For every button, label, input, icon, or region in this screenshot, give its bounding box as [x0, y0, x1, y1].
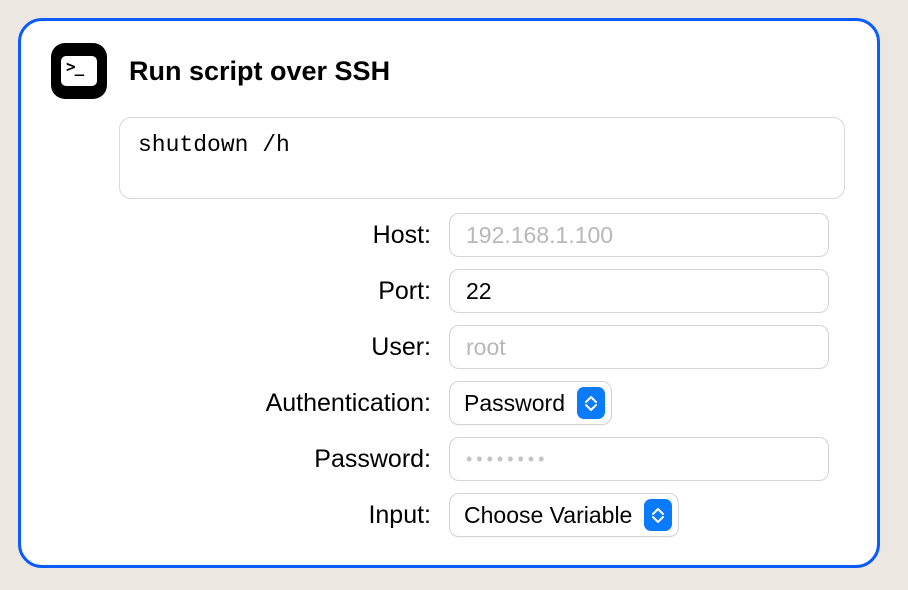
label-port: Port:: [119, 277, 449, 306]
label-host: Host:: [119, 221, 449, 250]
row-input: Input: Choose Variable: [119, 493, 847, 537]
select-stepper-icon: [644, 499, 672, 531]
select-stepper-icon: [577, 387, 605, 419]
ssh-action-card: Run script over SSH shutdown /h Host: Po…: [18, 18, 880, 568]
row-password: Password: ••••••••: [119, 437, 847, 481]
script-input[interactable]: shutdown /h: [119, 117, 845, 199]
authentication-select[interactable]: Password: [449, 381, 612, 425]
card-title: Run script over SSH: [129, 56, 390, 87]
row-user: User:: [119, 325, 847, 369]
row-host: Host:: [119, 213, 847, 257]
password-input[interactable]: ••••••••: [449, 437, 829, 481]
label-input: Input:: [119, 501, 449, 530]
row-port: Port:: [119, 269, 847, 313]
host-input[interactable]: [449, 213, 829, 257]
port-input[interactable]: [449, 269, 829, 313]
user-input[interactable]: [449, 325, 829, 369]
row-auth: Authentication: Password: [119, 381, 847, 425]
label-user: User:: [119, 333, 449, 362]
label-password: Password:: [119, 445, 449, 474]
label-auth: Authentication:: [119, 389, 449, 418]
authentication-selected: Password: [464, 390, 565, 417]
terminal-icon: [51, 43, 107, 99]
form: Host: Port: User: Authentication: Passwo…: [119, 213, 847, 537]
card-header: Run script over SSH: [51, 43, 847, 99]
input-variable-select[interactable]: Choose Variable: [449, 493, 679, 537]
input-variable-selected: Choose Variable: [464, 502, 632, 529]
